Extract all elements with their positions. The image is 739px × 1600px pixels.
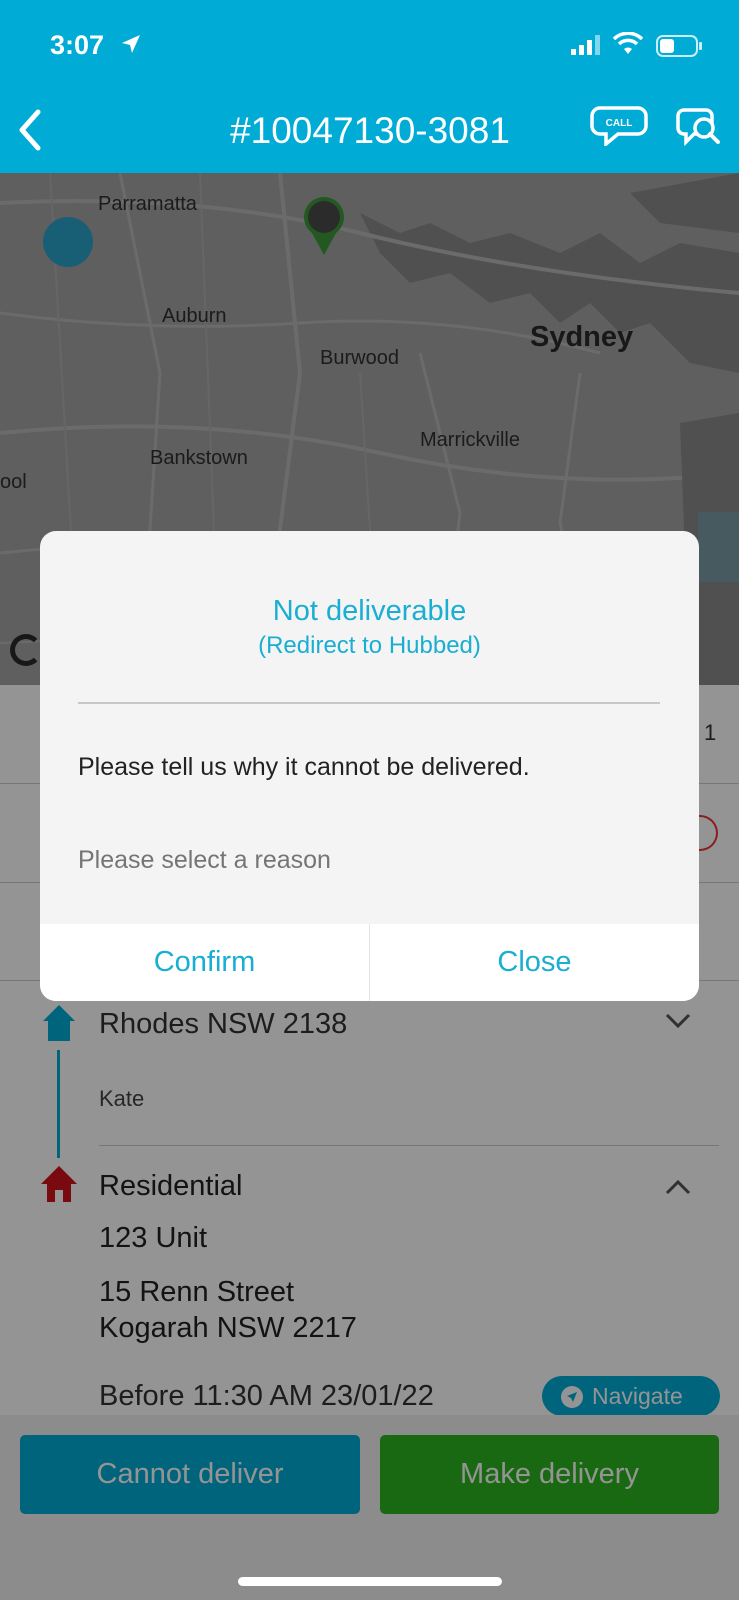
not-deliverable-dialog: Not deliverable (Redirect to Hubbed) Ple… — [40, 531, 699, 1001]
dialog-divider — [78, 702, 660, 704]
home-indicator[interactable] — [238, 1577, 502, 1586]
confirm-button[interactable]: Confirm — [40, 924, 369, 1001]
dialog-actions: Confirm Close — [40, 924, 699, 1001]
call-icon[interactable]: CALL — [590, 104, 650, 146]
dialog-title: Not deliverable — [272, 595, 467, 627]
back-arrow-icon[interactable] — [16, 108, 44, 152]
call-icon-text: CALL — [606, 118, 633, 129]
order-number-title: #10047130-3081 — [230, 110, 510, 151]
app-header: 3:07 #10047130-3081 CALL — [0, 0, 739, 173]
chat-search-icon[interactable] — [676, 104, 722, 146]
close-button[interactable]: Close — [370, 924, 699, 1001]
wifi-icon — [613, 32, 643, 54]
dialog-message: Please tell us why it cannot be delivere… — [78, 753, 530, 781]
status-time: 3:07 — [50, 30, 105, 60]
dialog-subtitle: (Redirect to Hubbed) — [258, 632, 481, 659]
cellular-signal-icon — [571, 35, 600, 55]
reason-select[interactable] — [78, 842, 660, 878]
location-arrow-icon — [122, 35, 140, 53]
battery-icon — [656, 35, 702, 57]
